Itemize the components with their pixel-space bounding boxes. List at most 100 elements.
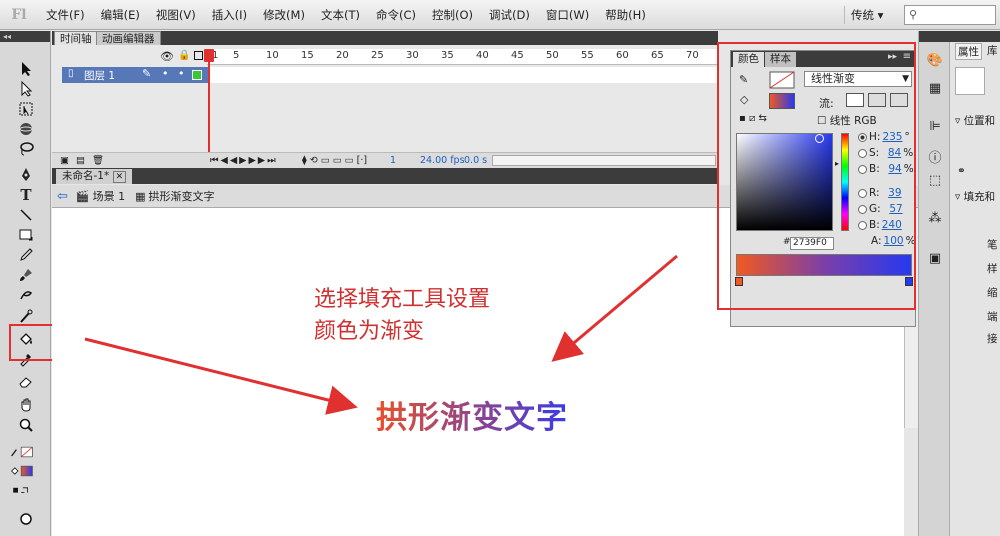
fill-stroke-section[interactable]: ▿ 填充和 [955,189,995,204]
frame-label: 65 [651,50,664,61]
free-transform-tool-icon[interactable] [14,99,38,119]
scene-icon: 🎬 [75,189,90,203]
swap-colors-icon[interactable] [10,481,34,501]
brush-tool-icon[interactable] [14,265,38,285]
selection-tool-icon[interactable] [14,59,38,79]
position-size-label: 位置和 [963,115,996,127]
fill-tool-highlight-box [9,324,55,361]
link-icon[interactable]: ⚭ [957,165,966,177]
props-collapse-bar[interactable] [951,31,1000,42]
elapsed-time: 0.0 s [464,155,488,166]
layer-outline-color[interactable] [192,70,202,80]
rectangle-tool-icon[interactable] [14,225,38,245]
frame-label: 70 [686,50,699,61]
frame-rate[interactable]: 24.00 fps [420,153,465,168]
align-panel-icon[interactable]: ⊫ [926,119,944,135]
info-panel-icon[interactable]: ⓘ [926,147,944,166]
transform-panel-icon[interactable]: ⬚ [926,173,944,189]
playhead-line[interactable] [208,49,210,163]
motion-presets-icon[interactable]: ▣ [926,251,944,267]
menu-view[interactable]: 视图(V) [148,0,204,30]
lock-icon[interactable]: 🔒 [178,50,190,61]
playback-controls[interactable]: ⏮◀◀▶▶▶⏭ [210,153,278,168]
color-panel-highlight-box [717,42,916,310]
menu-file[interactable]: 文件(F) [38,0,93,30]
tab-timeline[interactable]: 时间轴 [54,31,98,46]
tab-motion-editor[interactable]: 动画编辑器 [96,31,161,46]
breadcrumb-symbol[interactable]: 拱形渐变文字 [149,188,215,204]
zoom-tool-icon[interactable] [14,415,38,435]
timeline-scrollbar[interactable] [492,155,716,166]
menu-edit[interactable]: 编辑(E) [93,0,148,30]
3d-rotation-tool-icon[interactable] [14,119,38,139]
help-search-input[interactable]: ⚲ [904,5,996,25]
panel-dock-icons: 🎨 ▦ ⊫ ⓘ ⬚ ⁂ ▣ [918,31,951,536]
close-icon[interactable]: ✕ [112,171,127,183]
color-panel-icon[interactable]: 🎨 [926,53,944,69]
new-folder-icon[interactable]: ▤ [76,153,85,168]
menu-commands[interactable]: 命令(C) [368,0,424,30]
frame-label: 30 [406,50,419,61]
join-label: 接 [987,333,998,345]
properties-panel: 属性 库 ▿ 位置和 ⚭ ▿ 填充和 笔 样 缩 端 接 [951,31,1000,536]
fill-stroke-label: 填充和 [963,191,996,203]
text-tool-icon[interactable]: T [14,185,38,205]
fill-color-swatch[interactable] [10,461,34,481]
subselection-tool-icon[interactable] [14,79,38,99]
tab-library[interactable]: 库 [987,43,998,58]
menu-debug[interactable]: 调试(D) [481,0,538,30]
position-size-section[interactable]: ▿ 位置和 [955,113,995,128]
menu-control[interactable]: 控制(O) [424,0,481,30]
eye-icon[interactable]: 👁 [160,50,174,63]
breadcrumb-scene[interactable]: 场景 1 [93,188,126,204]
workspace-switcher[interactable]: 传统 ▾ [844,6,889,24]
gradient-text-object[interactable]: 拱形渐变文字 [376,392,568,437]
menu-help[interactable]: 帮助(H) [597,0,654,30]
menu-text[interactable]: 文本(T) [313,0,368,30]
layer-row[interactable]: ▯ 图层 1 ✎ • • [62,67,718,83]
menu-insert[interactable]: 插入(I) [204,0,255,30]
annotation-arrow-left [84,337,358,415]
components-panel-icon[interactable]: ⁂ [926,211,944,227]
frame-label: 20 [336,50,349,61]
stroke-color-swatch[interactable] [10,442,34,462]
document-tab[interactable]: 未命名-1* ✕ [56,169,133,184]
pencil-icon: ✎ [142,67,152,80]
menu-bar: Fl 文件(F) 编辑(E) 视图(V) 插入(I) 修改(M) 文本(T) 命… [0,0,1000,30]
menu-window[interactable]: 窗口(W) [538,0,597,30]
frame-label: 10 [266,50,279,61]
document-tab-label: 未命名-1* [62,170,110,182]
trash-icon[interactable]: 🗑 [92,153,104,168]
layer-name[interactable]: 图层 1 [84,68,115,83]
frame-label: 5 [233,50,240,61]
menu-modify[interactable]: 修改(M) [255,0,313,30]
object-drawing-icon[interactable] [14,509,38,529]
line-tool-icon[interactable] [14,205,38,225]
onion-skin-icons[interactable]: ⧫ ⟲ ▭ ▭ ▭ [·] [302,153,367,168]
annotation-arrow-right [551,254,678,362]
frame-ruler[interactable]: 1 5 10 15 20 25 30 35 40 45 50 55 60 65 … [207,49,718,65]
dock-collapse-icon[interactable] [919,31,951,42]
layer-visible-dot[interactable]: • [162,67,169,80]
frame-label: 40 [476,50,489,61]
outline-icon[interactable] [194,51,203,60]
frame-label: 15 [301,50,314,61]
back-arrow-icon[interactable]: ⇦ [57,189,68,204]
current-frame[interactable]: 1 [390,153,396,168]
pencil-tool-icon[interactable] [14,245,38,265]
frame-label: 35 [441,50,454,61]
layer-lock-dot[interactable]: • [178,67,185,80]
pen-tool-icon[interactable] [14,165,38,185]
tab-properties[interactable]: 属性 [955,43,982,60]
tools-collapse-icon[interactable]: ◂◂ [0,31,50,42]
lasso-tool-icon[interactable] [14,139,38,159]
search-icon: ⚲ [909,8,918,21]
swatches-panel-icon[interactable]: ▦ [926,81,944,97]
eraser-tool-icon[interactable] [14,371,38,391]
frame-label: 55 [581,50,594,61]
timeline-status-bar: ▣ ▤ 🗑 ⏮◀◀▶▶▶⏭ ⧫ ⟲ ▭ ▭ ▭ [·] 1 24.00 fps … [52,152,718,168]
deco-tool-icon[interactable] [14,285,38,305]
hand-tool-icon[interactable] [14,395,38,415]
new-layer-icon[interactable]: ▣ [60,153,69,168]
frame-track[interactable] [208,67,718,83]
